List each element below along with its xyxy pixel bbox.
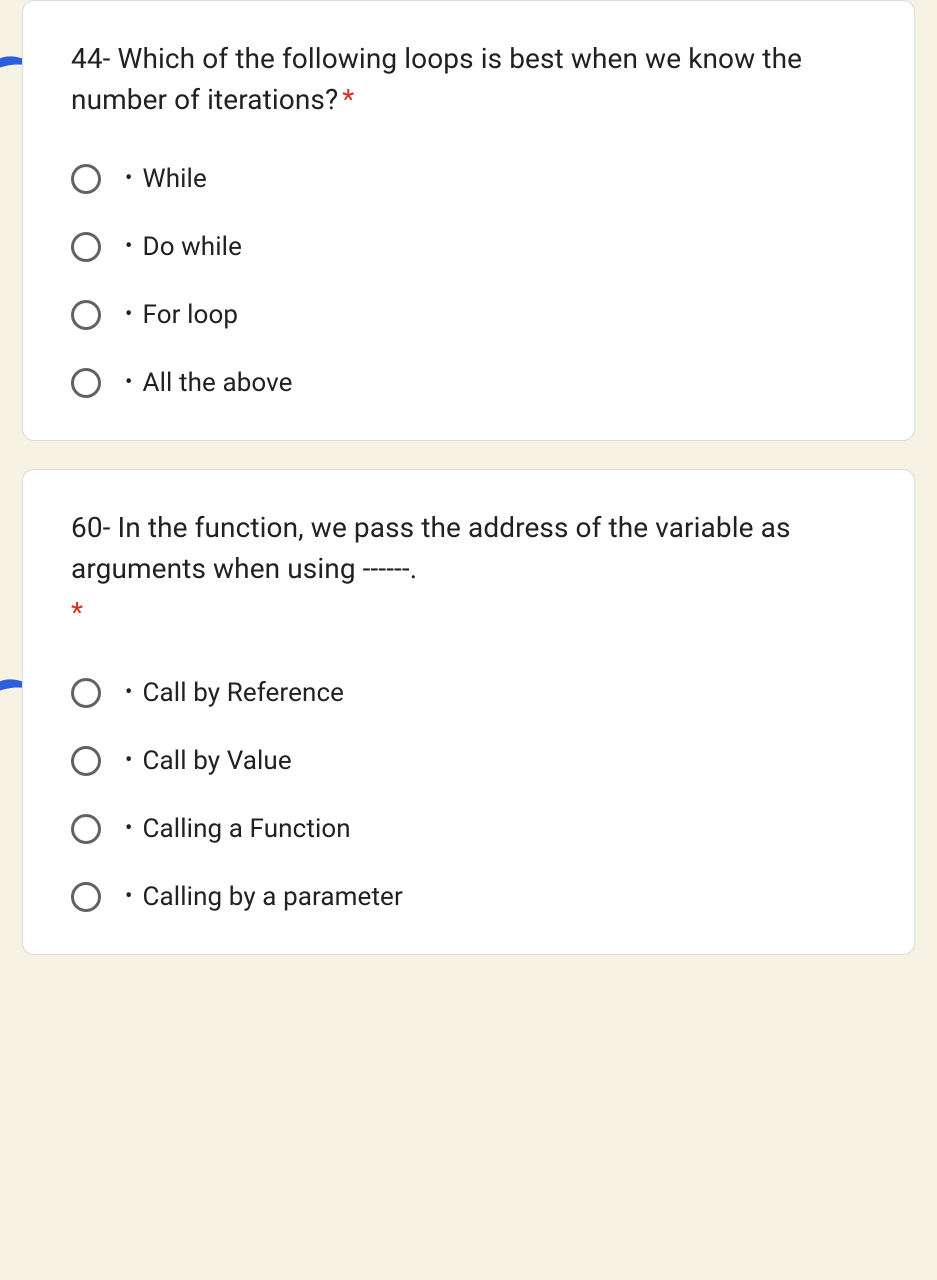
option-text: All the above [143,368,293,398]
option-text: While [143,164,207,194]
required-marker: * [342,83,354,116]
radio-option[interactable]: • Calling by a parameter [71,882,866,912]
radio-icon [71,678,101,708]
radio-option[interactable]: • For loop [71,300,866,330]
question-text: 44- Which of the following loops is best… [71,39,866,120]
option-label: • Calling by a parameter [125,882,403,912]
bullet-icon: • [125,818,133,840]
option-text: Calling by a parameter [143,882,403,912]
option-text: Calling a Function [143,814,351,844]
question-card-60: 60- In the function, we pass the address… [22,469,915,955]
radio-icon [71,368,101,398]
question-text-content: 60- In the function, we pass the address… [71,511,791,585]
option-label: • While [125,164,207,194]
radio-icon [71,882,101,912]
option-label: • For loop [125,300,238,330]
radio-option[interactable]: • Call by Reference [71,678,866,708]
radio-icon [71,814,101,844]
option-label: • Calling a Function [125,814,351,844]
radio-option[interactable]: • Do while [71,232,866,262]
bullet-icon: • [125,750,133,772]
question-text: 60- In the function, we pass the address… [71,508,866,634]
option-text: Call by Value [143,746,292,776]
question-text-content: 44- Which of the following loops is best… [71,42,802,116]
required-marker: * [71,593,866,634]
option-label: • Do while [125,232,242,262]
option-text: Do while [143,232,242,262]
radio-option[interactable]: • While [71,164,866,194]
bullet-icon: • [125,886,133,908]
radio-icon [71,300,101,330]
option-label: • All the above [125,368,293,398]
radio-icon [71,164,101,194]
radio-option[interactable]: • All the above [71,368,866,398]
bullet-icon: • [125,168,133,190]
option-label: • Call by Value [125,746,292,776]
radio-icon [71,746,101,776]
bullet-icon: • [125,682,133,704]
radio-option[interactable]: • Call by Value [71,746,866,776]
question-card-44: 44- Which of the following loops is best… [22,0,915,441]
radio-option[interactable]: • Calling a Function [71,814,866,844]
option-text: For loop [143,300,239,330]
option-label: • Call by Reference [125,678,344,708]
radio-icon [71,232,101,262]
bullet-icon: • [125,236,133,258]
bullet-icon: • [125,372,133,394]
bullet-icon: • [125,304,133,326]
option-text: Call by Reference [143,678,345,708]
